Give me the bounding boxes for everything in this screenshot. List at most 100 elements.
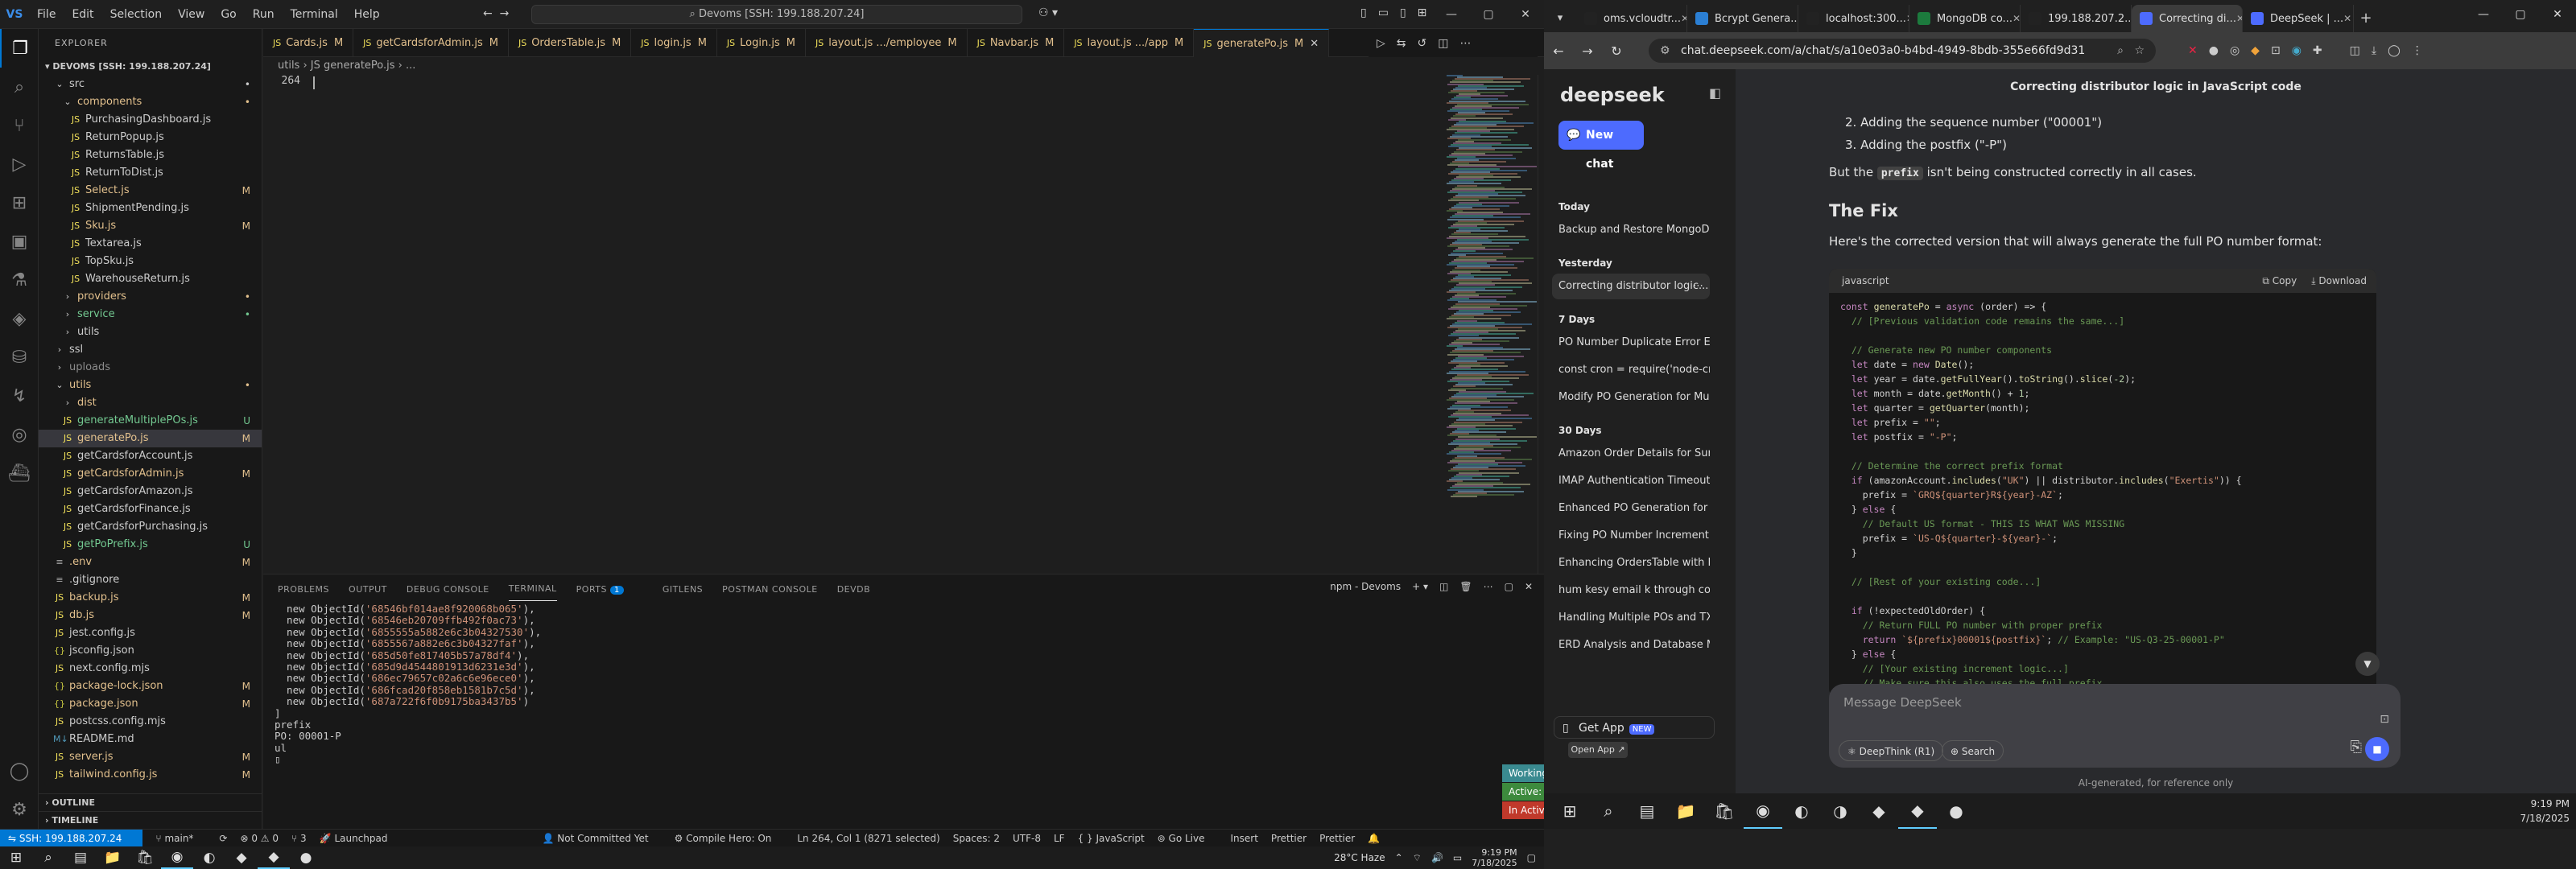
more-icon[interactable]: ⋯ (1484, 581, 1493, 592)
chat-history-item[interactable]: IMAP Authentication Timeout Er... (1552, 468, 1710, 494)
close-panel-icon[interactable]: ✕ (1525, 581, 1533, 592)
browser-tab[interactable]: DeepSeek | ... ✕ (2243, 5, 2354, 32)
address-bar[interactable]: ⚙ chat.deepseek.com/a/chat/s/a10e03a0-b4b… (1649, 39, 2156, 63)
vscode-icon[interactable]: ◆ (1898, 793, 1937, 829)
file-explorer-icon[interactable]: 📁 (1666, 793, 1705, 829)
file-tree-item[interactable]: JS getCardsforAdmin.js M (39, 465, 262, 483)
clock[interactable]: 9:19 PM 7/18/2025 (1472, 847, 1517, 868)
chrome-close-button[interactable]: ✕ (2539, 0, 2576, 29)
prettier-status[interactable]: Prettier (1271, 833, 1307, 844)
file-tree-item[interactable]: JS server.js M (39, 748, 262, 766)
scroll-down-button[interactable]: ▼ (2355, 652, 2380, 676)
chat-history-item[interactable]: PO Number Duplicate Error Expl... (1552, 330, 1710, 356)
more-actions-icon[interactable]: ⋯ (1459, 37, 1471, 50)
split-terminal-icon[interactable]: ◫ (1439, 581, 1448, 592)
github-desktop-icon[interactable]: ◑ (1821, 793, 1860, 829)
ports-status[interactable]: ⑂ 3 (291, 833, 307, 844)
run-icon[interactable]: ▷ (1377, 37, 1385, 50)
testing-icon[interactable]: ⚗ (0, 261, 39, 299)
file-tree-item[interactable]: JS getCardsforAmazon.js (39, 483, 262, 500)
code-content[interactable]: const generatePo = async (order) => { //… (1829, 293, 2376, 697)
folder-tree-item[interactable]: ⌄ src • (39, 76, 262, 93)
file-tree-item[interactable]: ≡ .env M (39, 554, 262, 571)
collapse-sidebar-icon[interactable]: ◧ (1709, 85, 1721, 101)
language-mode[interactable]: { } JavaScript (1078, 833, 1145, 844)
site-info-icon[interactable]: ⚙ (1660, 39, 1670, 63)
eol-status[interactable]: LF (1054, 833, 1065, 844)
menu-item-terminal[interactable]: Terminal (283, 8, 346, 21)
postman-icon[interactable]: ◎ (0, 415, 39, 454)
file-tree-item[interactable]: JS generatePo.js M (39, 430, 262, 447)
message-input[interactable]: Message DeepSeek ⊡ ⚛ DeepThink (R1) ⊕ Se… (1829, 684, 2401, 768)
chat-history-item[interactable]: Backup and Restore MongoDB D... (1552, 217, 1710, 243)
postman-taskbar-icon[interactable]: ● (290, 846, 322, 869)
chat-history-item[interactable]: hum kesy email k through code... (1552, 578, 1710, 603)
account-icon[interactable]: ◯ (0, 752, 39, 790)
editor-tab[interactable]: JS login.js M (631, 29, 717, 57)
menu-item-go[interactable]: Go (213, 8, 244, 21)
task-view-icon[interactable]: ▤ (1628, 793, 1666, 829)
launchpad-status[interactable]: 🚀 Launchpad (320, 833, 401, 844)
file-tree-item[interactable]: JS tailwind.config.js M (39, 766, 262, 784)
get-app-button[interactable]: ▯ Get App NEW (1554, 716, 1715, 739)
chrome-icon[interactable]: ◉ (1744, 793, 1782, 829)
file-tree-item[interactable]: {} package.json M (39, 695, 262, 713)
kill-terminal-icon[interactable]: 🗑 (1459, 581, 1472, 592)
folder-tree-item[interactable]: › ssl (39, 341, 262, 359)
battery-icon[interactable]: ▭ (1453, 852, 1462, 863)
editor-tab[interactable]: JS Navbar.js M (968, 29, 1065, 57)
editor-tab[interactable]: JS generatePo.js M ✕ (1194, 29, 1330, 57)
panel-tab-debug-console[interactable]: DEBUG CONSOLE (407, 578, 489, 601)
folder-tree-item[interactable]: › service • (39, 306, 262, 323)
blame-status[interactable]: 👤 Not Committed Yet (542, 833, 661, 844)
database-icon[interactable]: ⛁ (0, 338, 39, 377)
file-tree-item[interactable]: M↓README.md (39, 731, 262, 748)
browser-tab[interactable]: 199.188.207.2...✕ (2021, 5, 2132, 32)
history-icon[interactable]: ↺ (1418, 37, 1427, 50)
vscode-insiders-icon[interactable]: ◆ (1860, 793, 1898, 829)
file-tree-item[interactable]: JS PurchasingDashboard.js (39, 111, 262, 129)
copy-button[interactable]: ⧉ Copy (2262, 269, 2297, 293)
chat-history-item[interactable]: Fixing PO Number Increment Iss... (1552, 523, 1710, 549)
panel-tab-output[interactable]: OUTPUT (349, 578, 387, 601)
new-terminal-icon[interactable]: + ▾ (1412, 581, 1428, 592)
forward-icon[interactable]: → (1573, 43, 1602, 59)
chrome-menu-icon[interactable]: ⋮ (2412, 44, 2423, 57)
menu-item-run[interactable]: Run (245, 8, 283, 21)
menu-item-help[interactable]: Help (346, 8, 388, 21)
file-tree-item[interactable]: JS jest.config.js (39, 624, 262, 642)
editor-tab[interactable]: JS layout.js .../employee M (806, 29, 968, 57)
panel-tab-postman-console[interactable]: POSTMAN CONSOLE (722, 578, 818, 601)
extension-icon-2[interactable]: ⊡ (2271, 44, 2281, 57)
search-toggle[interactable]: ⊕ Search (1942, 740, 2004, 761)
file-tree-item[interactable]: JS postcss.config.mjs (39, 713, 262, 731)
panel-tab-ports[interactable]: PORTS 1 (576, 578, 643, 601)
chat-history-item[interactable]: Modify PO Generation for Multip... (1552, 385, 1710, 410)
file-tree-item[interactable]: {} package-lock.json M (39, 677, 262, 695)
toggle-sidebar-icon[interactable]: ▯ (1360, 6, 1367, 19)
browser-tab[interactable]: MongoDB co... ✕ (1909, 5, 2021, 32)
compare-icon[interactable]: ⇆ (1397, 37, 1406, 50)
folder-tree-item[interactable]: ⌄ utils • (39, 377, 262, 394)
tab-close-icon[interactable]: ✕ (2343, 13, 2351, 24)
notifications-icon[interactable]: 🔔 (1368, 833, 1380, 844)
editor-scrollbar[interactable] (1538, 75, 1544, 574)
more-options-icon[interactable]: ⋯ (1693, 274, 1703, 299)
file-tree-item[interactable]: JS getCardsforPurchasing.js (39, 518, 262, 536)
chrome-icon[interactable]: ◉ (161, 846, 193, 869)
deepthink-toggle[interactable]: ⚛ DeepThink (R1) (1839, 740, 1944, 761)
nav-arrows-icon[interactable]: ← → (483, 7, 509, 20)
chat-history-item[interactable]: const cron = require('node-cron... (1552, 357, 1710, 383)
insert-mode-status[interactable]: Insert (1231, 833, 1258, 844)
attach-icon[interactable]: ⎘ (2351, 739, 2362, 756)
run-debug-icon[interactable]: ▷ (0, 145, 39, 183)
editor-tab[interactable]: JS OrdersTable.js M (509, 29, 632, 57)
postman-taskbar-icon[interactable]: ● (1937, 793, 1975, 829)
folder-tree-item[interactable]: › uploads (39, 359, 262, 377)
browser-tab[interactable]: oms.vcloudtr...✕ (1576, 5, 1687, 32)
panel-tab-terminal[interactable]: TERMINAL (508, 577, 557, 601)
vscode-icon[interactable]: ◆ (258, 846, 290, 869)
new-tab-button[interactable]: + (2354, 5, 2378, 32)
minimap[interactable] (1447, 75, 1537, 501)
browser-tab[interactable]: localhost:300...✕ (1798, 5, 1909, 32)
